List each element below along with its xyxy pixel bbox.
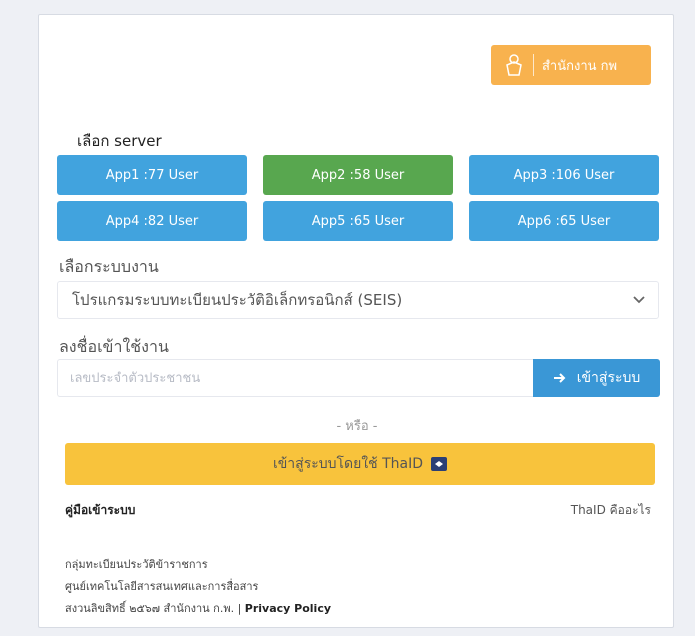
login-button[interactable]: เข้าสู่ระบบ — [533, 359, 660, 397]
arrow-right-icon — [553, 371, 567, 385]
system-select[interactable]: โปรแกรมระบบทะเบียนประวัติอิเล็กทรอนิกส์ … — [57, 281, 659, 319]
footer-line-1: กลุ่มทะเบียนประวัติข้าราชการ — [65, 558, 208, 571]
server-section-title: เลือก server — [77, 132, 162, 150]
server-button-app6[interactable]: App6 :65 User — [469, 201, 659, 241]
footer-line-2: ศูนย์เทคโนโลยีสารสนเทศและการสื่อสาร — [65, 580, 259, 593]
system-section-title: เลือกระบบงาน — [59, 257, 159, 276]
privacy-policy-link[interactable]: Privacy Policy — [245, 602, 331, 615]
garuda-emblem-icon — [503, 52, 525, 78]
server-button-app5[interactable]: App5 :65 User — [263, 201, 453, 241]
or-separator: - หรือ - — [336, 419, 378, 434]
manual-link[interactable]: คู่มือเข้าระบบ — [65, 501, 135, 520]
thaid-logo-icon — [431, 457, 448, 471]
system-select-value: โปรแกรมระบบทะเบียนประวัติอิเล็กทรอนิกส์ … — [72, 291, 403, 309]
login-section-title: ลงชื่อเข้าใช้งาน — [59, 337, 169, 356]
logo-text: สำนักงาน กพ — [542, 58, 618, 74]
login-card: สำนักงาน กพ เลือก server App1 :77 User A… — [38, 14, 674, 628]
chevron-down-icon — [632, 293, 646, 311]
login-button-label: เข้าสู่ระบบ — [576, 370, 641, 386]
server-button-app3[interactable]: App3 :106 User — [469, 155, 659, 195]
footer-line-3: สงวนลิขสิทธิ์ ๒๕๖๗ สำนักงาน ก.พ. | Priva… — [65, 599, 331, 617]
server-button-app4[interactable]: App4 :82 User — [57, 201, 247, 241]
server-button-app1[interactable]: App1 :77 User — [57, 155, 247, 195]
copyright-text: สงวนลิขสิทธิ์ ๒๕๖๗ สำนักงาน ก.พ. | — [65, 602, 242, 615]
thaid-button-label: เข้าสู่ระบบโดยใช้ ThaID — [272, 456, 424, 472]
citizen-id-input[interactable] — [57, 359, 533, 397]
thaid-login-button[interactable]: เข้าสู่ระบบโดยใช้ ThaID — [65, 443, 655, 485]
ocsc-logo-button[interactable]: สำนักงาน กพ — [491, 45, 651, 85]
what-is-thaid-link[interactable]: ThaID คืออะไร — [571, 501, 651, 520]
logo-divider — [533, 54, 534, 76]
server-button-app2[interactable]: App2 :58 User — [263, 155, 453, 195]
